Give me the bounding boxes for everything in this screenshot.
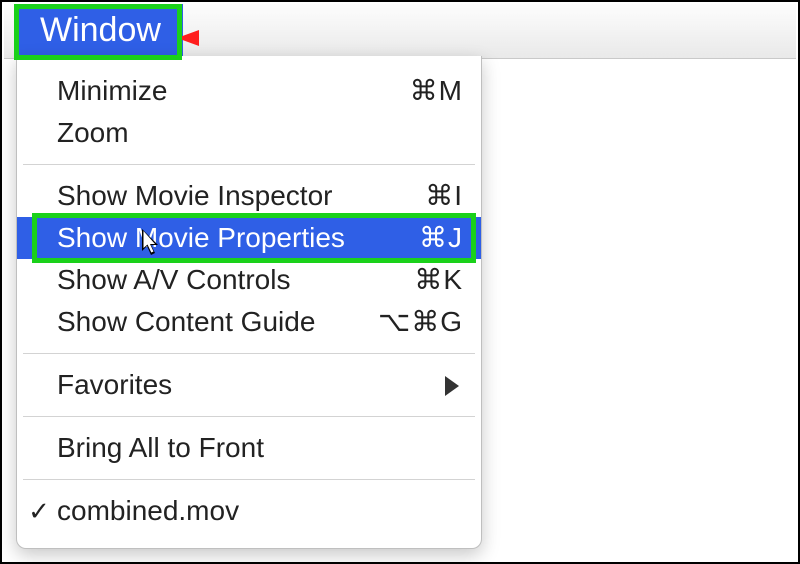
menu-item-shortcut: ⌥⌘G <box>378 301 463 343</box>
menu-item-favorites[interactable]: Favorites <box>17 364 481 406</box>
menu-separator <box>23 353 475 354</box>
menu-item-shortcut: ⌘M <box>410 70 463 112</box>
menu-item-show-content-guide[interactable]: Show Content Guide ⌥⌘G <box>17 301 481 343</box>
menu-item-label: Favorites <box>57 364 172 406</box>
menu-item-shortcut: ⌘K <box>414 259 463 301</box>
menu-item-label: Show A/V Controls <box>57 259 290 301</box>
menu-item-show-movie-inspector[interactable]: Show Movie Inspector ⌘I <box>17 175 481 217</box>
window-menu-dropdown: Minimize ⌘M Zoom Show Movie Inspector ⌘I… <box>16 56 482 549</box>
menu-item-show-av-controls[interactable]: Show A/V Controls ⌘K <box>17 259 481 301</box>
menu-item-minimize[interactable]: Minimize ⌘M <box>17 70 481 112</box>
menu-item-label: Zoom <box>57 112 129 154</box>
annotation-highlight-item <box>32 213 476 263</box>
submenu-arrow-icon <box>445 376 459 396</box>
menu-item-bring-all-to-front[interactable]: Bring All to Front <box>17 427 481 469</box>
menu-separator <box>23 416 475 417</box>
tutorial-frame: Window Minimize ⌘M Zoom Show Movie Inspe… <box>0 0 800 564</box>
menu-item-label: combined.mov <box>57 490 239 532</box>
menu-separator <box>23 164 475 165</box>
annotation-highlight-title <box>14 4 182 60</box>
menu-separator <box>23 479 475 480</box>
menu-item-label: Bring All to Front <box>57 427 264 469</box>
menu-item-document-combined-mov[interactable]: ✓ combined.mov <box>17 490 481 532</box>
menu-item-label: Show Movie Inspector <box>57 175 332 217</box>
menu-item-shortcut: ⌘I <box>425 175 463 217</box>
menu-item-zoom[interactable]: Zoom <box>17 112 481 154</box>
checkmark-icon: ✓ <box>27 490 51 532</box>
menu-item-label: Show Content Guide <box>57 301 315 343</box>
menu-item-label: Minimize <box>57 70 167 112</box>
